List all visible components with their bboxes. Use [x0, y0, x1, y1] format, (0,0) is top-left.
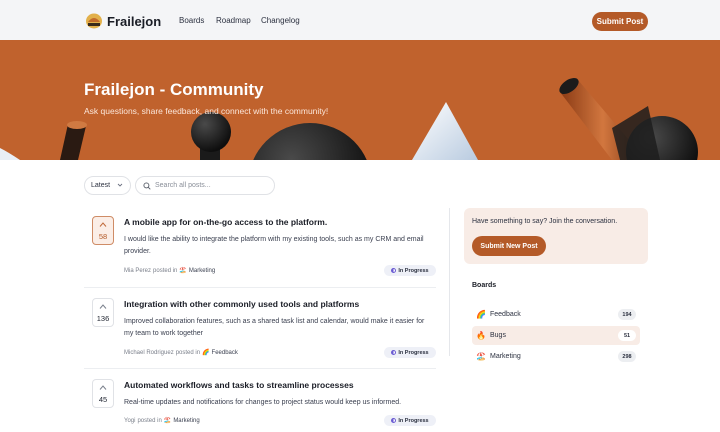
vote-count: 45: [98, 395, 108, 404]
post-meta: Mia Perez posted in 🏖️ Marketing: [124, 267, 215, 275]
chevron-down-icon: [117, 183, 123, 187]
post-author[interactable]: Yogi: [124, 418, 135, 424]
status-badge: In Progress: [384, 415, 436, 426]
post-author[interactable]: Mia Perez: [124, 268, 151, 274]
page-title: Frailejon - Community: [84, 80, 264, 99]
boards-heading: Boards: [472, 282, 497, 289]
post-body: Real-time updates and notifications for …: [124, 399, 402, 406]
nav-link-changelog[interactable]: Changelog: [261, 16, 300, 25]
post-divider: [84, 287, 436, 288]
progress-status-icon: [391, 350, 397, 355]
rainbow-icon: 🌈: [476, 310, 486, 319]
sort-value: Latest: [91, 182, 111, 189]
top-navbar: Frailejon Boards Roadmap Changelog Submi…: [0, 0, 720, 40]
post-meta: Michael Rodriguez posted in 🌈 Feedback: [124, 349, 238, 357]
cta-text: Have something to say? Join the conversa…: [472, 218, 618, 225]
board-emoji-icon: 🏖️: [179, 268, 187, 274]
sort-dropdown[interactable]: Latest: [84, 176, 131, 195]
search-placeholder: Search all posts...: [155, 182, 211, 189]
brand-name[interactable]: Frailejon: [107, 14, 161, 29]
hero-decoration: [0, 78, 698, 160]
post-title[interactable]: Automated workflows and tasks to streaml…: [124, 380, 354, 390]
status-badge: In Progress: [384, 347, 436, 358]
post-item[interactable]: 136 Integration with other commonly used…: [84, 298, 436, 362]
hero-banner: Frailejon - Community Ask questions, sha…: [0, 40, 720, 160]
beach-umbrella-icon: 🏖️: [476, 352, 486, 361]
post-board[interactable]: Feedback: [212, 350, 238, 356]
board-emoji-icon: 🏖️: [163, 418, 172, 424]
status-label: In Progress: [398, 417, 429, 424]
board-count-badge: 298: [618, 351, 636, 362]
post-title[interactable]: A mobile app for on-the-go access to the…: [124, 217, 327, 227]
sidebar-item-marketing[interactable]: 🏖️ Marketing 298: [472, 347, 640, 366]
upvote-arrow-icon: [99, 222, 107, 227]
status-label: In Progress: [398, 267, 429, 274]
frailejon-logo-icon[interactable]: [85, 12, 103, 29]
post-title[interactable]: Integration with other commonly used too…: [124, 299, 359, 309]
upvote-arrow-icon: [99, 304, 107, 309]
board-label: Feedback: [490, 311, 521, 318]
vote-count: 58: [98, 232, 108, 241]
status-label: In Progress: [398, 349, 429, 356]
vote-count: 136: [96, 314, 110, 323]
post-meta: Yogi posted in 🏖️ Marketing: [124, 417, 200, 425]
board-count-badge: 194: [618, 309, 636, 320]
search-icon: [143, 182, 151, 190]
progress-status-icon: [391, 268, 397, 273]
upvote-arrow-icon: [99, 385, 107, 390]
status-badge: In Progress: [384, 265, 436, 276]
submit-new-post-button[interactable]: Submit New Post: [472, 236, 546, 256]
fire-icon: 🔥: [476, 331, 486, 340]
search-input[interactable]: Search all posts...: [135, 176, 275, 195]
page-subtitle: Ask questions, share feedback, and conne…: [84, 106, 329, 116]
board-label: Marketing: [490, 353, 521, 360]
post-divider: [84, 368, 436, 369]
upvote-button[interactable]: 45: [92, 379, 114, 408]
sidebar-item-bugs[interactable]: 🔥 Bugs 51: [472, 326, 640, 345]
submit-post-button[interactable]: Submit Post: [592, 12, 648, 31]
posted-in-text: posted in: [137, 417, 162, 424]
nav-link-roadmap[interactable]: Roadmap: [216, 16, 251, 25]
progress-status-icon: [391, 418, 397, 423]
post-body: Improved collaboration features, such as…: [124, 318, 425, 337]
join-conversation-card: Have something to say? Join the conversa…: [464, 208, 648, 264]
posted-in-text: posted in: [153, 267, 178, 274]
post-item[interactable]: 58 A mobile app for on-the-go access to …: [84, 216, 436, 280]
nav-link-boards[interactable]: Boards: [179, 16, 204, 25]
board-label: Bugs: [490, 332, 506, 339]
posted-in-text: posted in: [175, 349, 201, 356]
post-board[interactable]: Marketing: [173, 418, 199, 424]
post-board[interactable]: Marketing: [189, 268, 215, 274]
board-count-badge: 51: [618, 330, 636, 341]
sidebar-item-feedback[interactable]: 🌈 Feedback 194: [472, 305, 640, 324]
upvote-button[interactable]: 58: [92, 216, 114, 245]
post-author[interactable]: Michael Rodriguez: [124, 350, 174, 356]
post-item[interactable]: 45 Automated workflows and tasks to stre…: [84, 379, 436, 432]
post-body: I would like the ability to integrate th…: [124, 236, 424, 255]
board-emoji-icon: 🌈: [202, 350, 210, 356]
column-divider: [449, 208, 450, 356]
upvote-button[interactable]: 136: [92, 298, 114, 327]
